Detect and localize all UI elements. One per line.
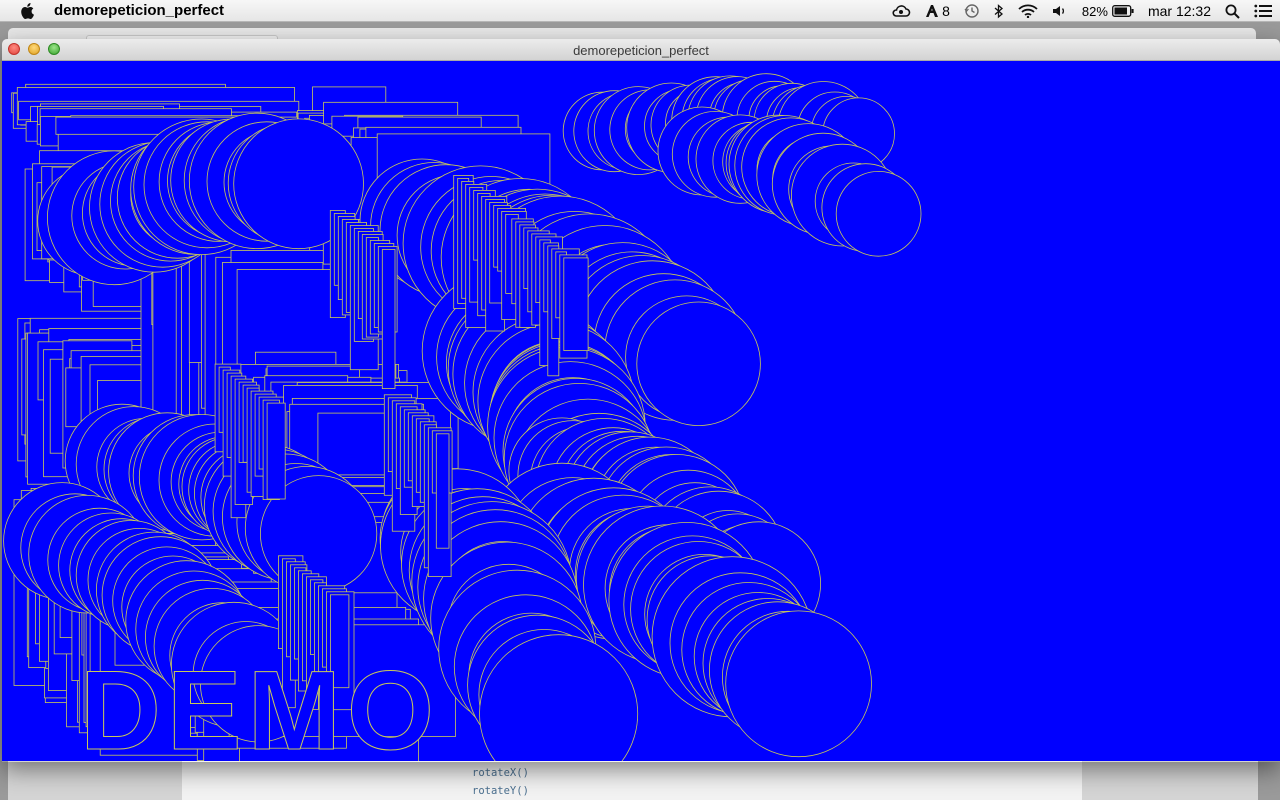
- creative-cloud-icon[interactable]: [891, 4, 911, 18]
- adobe-badge-count: 8: [942, 3, 950, 19]
- sketch-canvas[interactable]: DEMO: [2, 61, 1280, 761]
- bluetooth-icon[interactable]: [994, 3, 1004, 19]
- battery-status[interactable]: 82%: [1082, 4, 1134, 19]
- demo-text: DEMO: [80, 648, 440, 761]
- background-editor-right-pane: [1082, 760, 1258, 800]
- wifi-icon[interactable]: [1018, 4, 1038, 18]
- status-bar-items: 8 82% mar 12:32: [877, 0, 1272, 22]
- code-line[interactable]: rotateX(): [472, 767, 529, 779]
- apple-menu-icon[interactable]: [20, 2, 36, 19]
- active-app-name[interactable]: demorepeticion_perfect: [54, 2, 224, 19]
- sketch-window: demorepeticion_perfect DEMO: [2, 39, 1280, 762]
- volume-icon[interactable]: [1052, 4, 1068, 18]
- background-code-editor[interactable]: [182, 760, 1082, 800]
- adobe-icon[interactable]: 8: [925, 3, 950, 19]
- code-line[interactable]: rotateY(): [472, 785, 529, 797]
- battery-icon: [1112, 5, 1134, 17]
- notification-center-icon[interactable]: [1254, 4, 1272, 18]
- menu-clock[interactable]: mar 12:32: [1148, 3, 1211, 19]
- time-machine-icon[interactable]: [964, 3, 980, 19]
- window-title-bar[interactable]: demorepeticion_perfect: [2, 39, 1280, 61]
- window-title: demorepeticion_perfect: [573, 43, 709, 58]
- menu-bar: demorepeticion_perfect 8 82% mar 12:32: [0, 0, 1280, 22]
- background-editor-left-pane: [8, 760, 182, 800]
- battery-percentage: 82%: [1081, 3, 1108, 19]
- spotlight-search-icon[interactable]: [1225, 4, 1240, 19]
